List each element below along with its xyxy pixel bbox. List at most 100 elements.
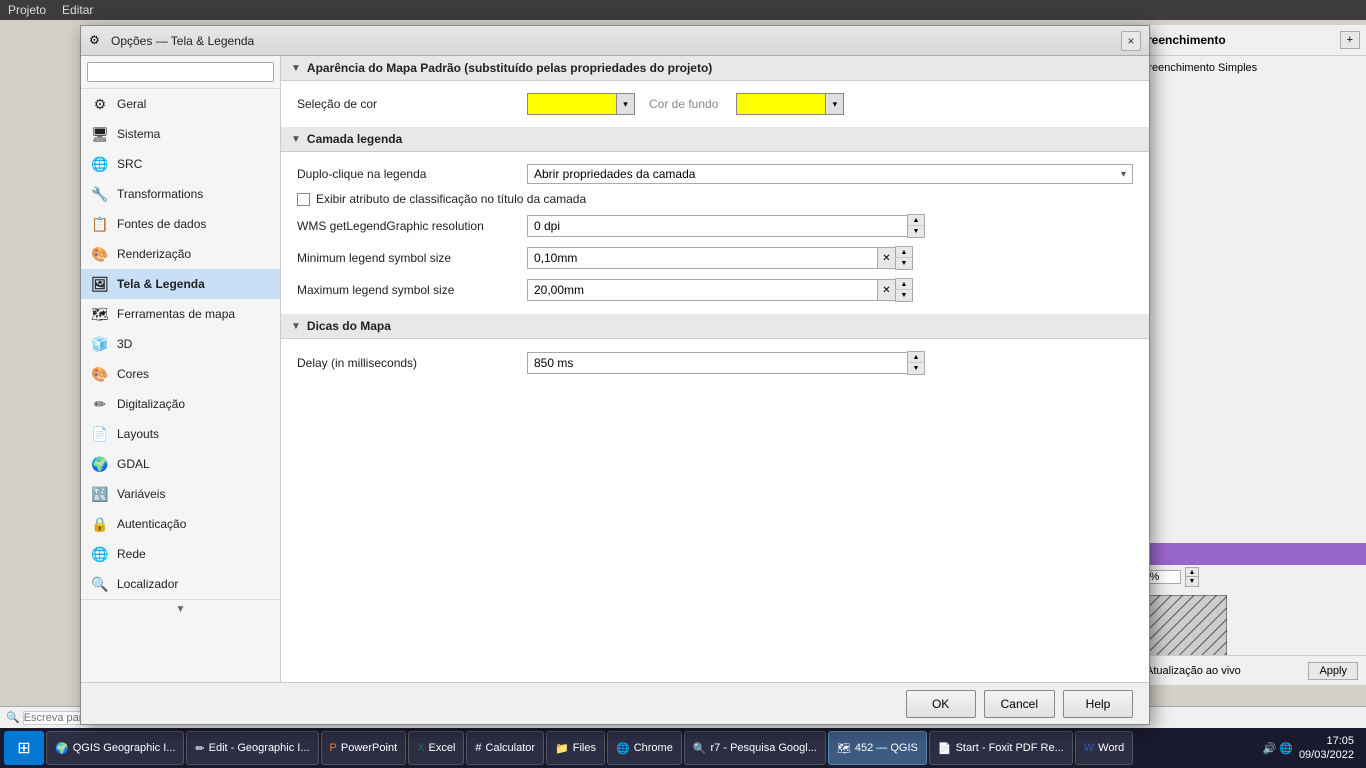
sidebar-scroll-down[interactable]: ▼ — [81, 599, 280, 619]
taskbar-r7[interactable]: 🔍 r7 - Pesquisa Googl... — [684, 731, 826, 765]
delay-spin-down[interactable]: ▼ — [908, 363, 924, 374]
taskbar-foxit-label: Start - Foxit PDF Re... — [956, 742, 1064, 754]
zoom-down[interactable]: ▼ — [1185, 577, 1199, 587]
wms-spin-up[interactable]: ▲ — [908, 215, 924, 226]
menu-projeto[interactable]: Projeto — [8, 3, 46, 17]
duplo-clique-combo[interactable]: Abrir propriedades da camada ▾ — [527, 164, 1133, 184]
sidebar-item-gdal[interactable]: 🌍 GDAL — [81, 449, 280, 479]
sidebar-item-rede[interactable]: 🌐 Rede — [81, 539, 280, 569]
close-button[interactable]: × — [1121, 31, 1141, 51]
selecao-cor-button[interactable] — [527, 93, 617, 115]
section-aparencia-header[interactable]: ▼ Aparência do Mapa Padrão (substituído … — [281, 56, 1149, 81]
taskbar-chrome[interactable]: 🌐 Chrome — [607, 731, 682, 765]
sidebar-label-renderizacao: Renderização — [117, 247, 191, 261]
tray-icons: 🔊 🌐 — [1262, 742, 1292, 755]
search-input[interactable] — [87, 62, 274, 82]
taskbar-foxit-icon: 📄 — [938, 742, 952, 755]
duplo-clique-row: Duplo-clique na legenda Abrir propriedad… — [297, 160, 1133, 188]
cancel-button[interactable]: Cancel — [984, 690, 1055, 718]
sidebar-item-tela[interactable]: 🖼 Tela & Legenda — [81, 269, 280, 299]
min-legend-spin-down[interactable]: ▼ — [896, 258, 912, 269]
sidebar-label-geral: Geral — [117, 97, 146, 111]
delay-label: Delay (in milliseconds) — [297, 356, 517, 370]
max-legend-spinbox-btns: ▲ ▼ — [895, 278, 913, 302]
cor-fundo-button[interactable] — [736, 93, 826, 115]
taskbar-edit-geographic[interactable]: ✏ Edit - Geographic I... — [186, 731, 318, 765]
ok-button[interactable]: OK — [906, 690, 976, 718]
sidebar-item-digitalizacao[interactable]: ✏ Digitalização — [81, 389, 280, 419]
section-camada-title: Camada legenda — [307, 132, 402, 146]
delay-spin-up[interactable]: ▲ — [908, 352, 924, 363]
help-button[interactable]: Help — [1063, 690, 1133, 718]
3d-icon: 🧊 — [91, 335, 109, 353]
taskbar-files-label: Files — [573, 742, 596, 754]
sidebar-item-sistema[interactable]: 🖥 Sistema — [81, 119, 280, 149]
sidebar-item-localizador[interactable]: 🔍 Localizador — [81, 569, 280, 599]
taskbar-powerpoint[interactable]: P PowerPoint — [321, 731, 407, 765]
delay-input[interactable] — [527, 352, 907, 374]
preenchimento-simples-row: Preenchimento Simples — [1117, 56, 1366, 80]
sidebar-item-renderizacao[interactable]: 🎨 Renderização — [81, 239, 280, 269]
section-dicas-header[interactable]: ▼ Dicas do Mapa — [281, 314, 1149, 339]
duplo-clique-value: Abrir propriedades da camada — [534, 167, 695, 181]
taskbar-excel-icon: X — [417, 742, 424, 754]
sidebar-item-3d[interactable]: 🧊 3D — [81, 329, 280, 359]
exibir-checkbox[interactable] — [297, 193, 310, 206]
taskbar-excel[interactable]: X Excel — [408, 731, 464, 765]
selecao-cor-dropdown[interactable]: ▾ — [617, 93, 635, 115]
taskbar-word[interactable]: W Word — [1075, 731, 1133, 765]
wms-spinbox: ▲ ▼ — [527, 214, 925, 238]
min-legend-spinbox: ✕ ▲ ▼ — [527, 246, 913, 270]
cor-fundo-dropdown[interactable]: ▾ — [826, 93, 844, 115]
min-legend-input[interactable] — [527, 247, 877, 269]
section-camada-header[interactable]: ▼ Camada legenda — [281, 127, 1149, 152]
sidebar-label-gdal: GDAL — [117, 457, 150, 471]
clock-time: 17:05 — [1299, 734, 1354, 748]
taskbar-qgis[interactable]: 🗺 452 — QGIS — [828, 731, 927, 765]
taskbar-qgis-geographic[interactable]: 🌍 QGIS Geographic I... — [46, 731, 184, 765]
taskbar-files[interactable]: 📁 Files — [546, 731, 605, 765]
taskbar-calculator[interactable]: # Calculator — [466, 731, 544, 765]
max-legend-input[interactable] — [527, 279, 877, 301]
right-add-button[interactable]: + — [1340, 31, 1360, 49]
taskbar-r7-icon: 🔍 — [693, 742, 707, 755]
min-legend-clear[interactable]: ✕ — [877, 247, 895, 269]
sidebar-item-ferramentas[interactable]: 🗺 Ferramentas de mapa — [81, 299, 280, 329]
sidebar-item-transformations[interactable]: 🔧 Transformations — [81, 179, 280, 209]
min-legend-spin-up[interactable]: ▲ — [896, 247, 912, 258]
exibir-label: Exibir atributo de classificação no títu… — [316, 192, 586, 206]
localizador-icon: 🔍 — [91, 575, 109, 593]
digitalizacao-icon: ✏ — [91, 395, 109, 413]
sidebar-item-layouts[interactable]: 📄 Layouts — [81, 419, 280, 449]
sidebar-item-geral[interactable]: ⚙ Geral — [81, 89, 280, 119]
dialog-title: Opções — Tela & Legenda — [111, 34, 1115, 48]
sidebar-item-autenticacao[interactable]: 🔒 Autenticação — [81, 509, 280, 539]
selecao-cor-row: Seleção de cor ▾ Cor de fundo ▾ — [297, 89, 1133, 119]
menu-editar[interactable]: Editar — [62, 3, 93, 17]
wms-input[interactable] — [527, 215, 907, 237]
section-camada-arrow: ▼ — [291, 134, 301, 145]
apply-button[interactable]: Apply — [1308, 662, 1358, 680]
sidebar-item-fontes[interactable]: 📋 Fontes de dados — [81, 209, 280, 239]
wms-spinbox-btns: ▲ ▼ — [907, 214, 925, 238]
max-legend-clear[interactable]: ✕ — [877, 279, 895, 301]
start-button[interactable]: ⊞ — [4, 731, 44, 765]
atualizacao-label: Atualização ao vivo — [1146, 665, 1241, 677]
sidebar-label-fontes: Fontes de dados — [117, 217, 206, 231]
zoom-up[interactable]: ▲ — [1185, 567, 1199, 577]
wms-spin-down[interactable]: ▼ — [908, 226, 924, 237]
min-legend-label: Minimum legend symbol size — [297, 251, 517, 265]
max-legend-spin-up[interactable]: ▲ — [896, 279, 912, 290]
sidebar-item-src[interactable]: 🌐 SRC — [81, 149, 280, 179]
sidebar-label-sistema: Sistema — [117, 127, 160, 141]
sidebar-item-variaveis[interactable]: 🔣 Variáveis — [81, 479, 280, 509]
sidebar-item-cores[interactable]: 🎨 Cores — [81, 359, 280, 389]
zoom-spinbox: ▲ ▼ — [1185, 567, 1199, 587]
sidebar-label-cores: Cores — [117, 367, 149, 381]
taskbar-qgis-label: 452 — QGIS — [855, 742, 918, 754]
atualizacao-row: Atualização ao vivo Apply — [1117, 655, 1366, 685]
gdal-icon: 🌍 — [91, 455, 109, 473]
dialog-body: ⚙ Geral 🖥 Sistema 🌐 SRC 🔧 Transformation… — [81, 56, 1149, 682]
taskbar-foxit[interactable]: 📄 Start - Foxit PDF Re... — [929, 731, 1073, 765]
max-legend-spin-down[interactable]: ▼ — [896, 290, 912, 301]
